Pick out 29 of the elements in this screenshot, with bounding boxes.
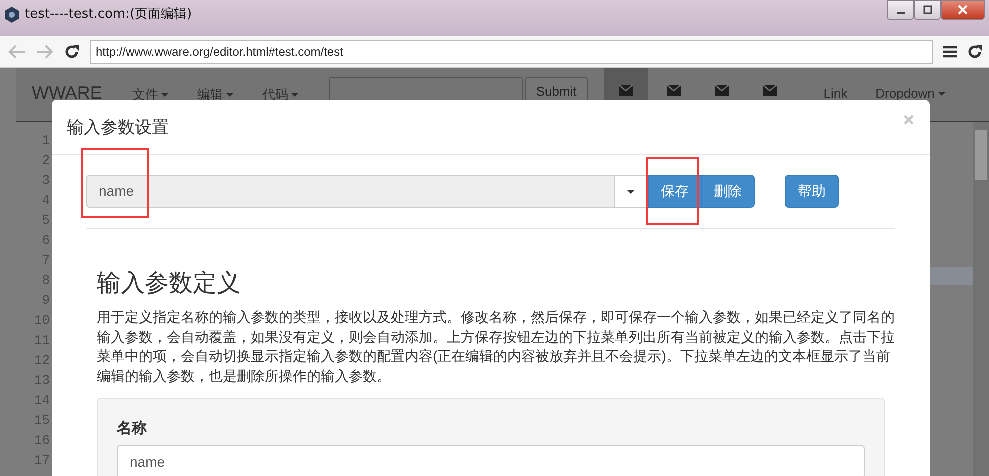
window-title: test----test.com:(页面编辑) bbox=[25, 7, 192, 23]
name-field[interactable]: name bbox=[86, 175, 615, 208]
envelope-icon bbox=[762, 85, 777, 96]
description-text: 用于定义指定名称的输入参数的类型，接收以及处理方式。修改名称，然后保存，即可保存一个输入参数，如果已经定义了同名的输入参数，会自动覆盖，如果没有定义，则会自动添加。上方保存按钮左边的下拉菜单列出所有当前被定义的输入参数。点击下拉菜单中的项，会自动切换显示指定输入参数的配置内容(正在编辑的内容被放弃并且不会提示)。下拉菜单左边的文本框显示了当前编辑的输入参数，也是删除所操作的输入参数。 bbox=[97, 309, 895, 386]
reload-icon[interactable] bbox=[64, 44, 80, 60]
dialog-title: 输入参数设置 bbox=[67, 116, 169, 138]
close-icon bbox=[958, 5, 968, 15]
minimize-button[interactable] bbox=[887, 0, 914, 20]
address-bar[interactable]: http://www.wware.org/editor.html#test.com/test bbox=[90, 40, 933, 64]
minimize-icon bbox=[896, 12, 904, 14]
close-button[interactable] bbox=[941, 0, 985, 20]
action-button[interactable]: 删除 bbox=[702, 175, 755, 208]
brand-logo[interactable]: WWARE bbox=[16, 68, 118, 104]
maximize-icon bbox=[922, 5, 932, 15]
scrollbar[interactable] bbox=[973, 122, 989, 476]
envelope-icon bbox=[714, 85, 729, 96]
menu-icon[interactable] bbox=[943, 46, 957, 58]
envelope-icon bbox=[666, 85, 681, 96]
name-input[interactable]: name bbox=[117, 445, 865, 476]
nav-link[interactable]: Link bbox=[810, 68, 862, 101]
maximize-button[interactable] bbox=[914, 0, 941, 20]
action-button[interactable]: 帮助 bbox=[785, 175, 839, 208]
app-icon bbox=[5, 7, 19, 23]
field-label: 名称 bbox=[117, 419, 148, 438]
envelope-icon bbox=[618, 85, 633, 96]
dropdown-toggle[interactable] bbox=[615, 175, 648, 208]
action-button[interactable]: 保存 bbox=[648, 175, 702, 208]
section-heading: 输入参数定义 bbox=[97, 269, 242, 299]
reload-icon[interactable] bbox=[967, 44, 983, 60]
